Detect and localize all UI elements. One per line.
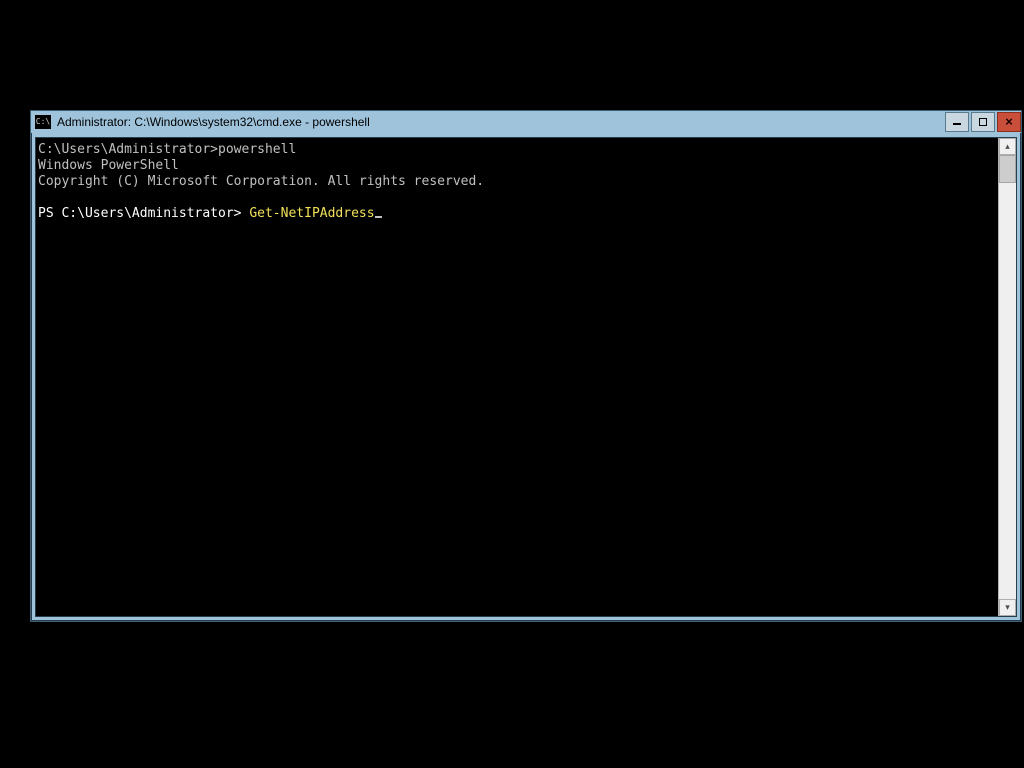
client-area: C:\Users\Administrator>powershell Window… <box>35 137 1017 617</box>
cmd-prompt: C:\Users\Administrator> <box>38 142 218 157</box>
close-button[interactable]: × <box>997 112 1021 132</box>
scroll-track[interactable] <box>999 155 1016 599</box>
console-output[interactable]: C:\Users\Administrator>powershell Window… <box>36 138 998 616</box>
cmd-window: C:\ Administrator: C:\Windows\system32\c… <box>30 110 1022 622</box>
window-controls: × <box>943 112 1021 132</box>
ps-command: Get-NetIPAddress <box>249 206 374 221</box>
minimize-button[interactable] <box>945 112 969 132</box>
ps-banner-1: Windows PowerShell <box>38 158 179 173</box>
close-icon: × <box>1005 115 1013 128</box>
window-title: Administrator: C:\Windows\system32\cmd.e… <box>57 115 370 129</box>
ps-banner-2: Copyright (C) Microsoft Corporation. All… <box>38 174 484 189</box>
scroll-thumb[interactable] <box>999 155 1016 183</box>
cmd-icon: C:\ <box>35 115 51 129</box>
chevron-up-icon: ▴ <box>1005 141 1010 152</box>
cmd-command: powershell <box>218 142 296 157</box>
scroll-down-button[interactable]: ▾ <box>999 599 1016 616</box>
maximize-button[interactable] <box>971 112 995 132</box>
chevron-down-icon: ▾ <box>1005 602 1010 613</box>
ps-prompt: PS C:\Users\Administrator> <box>38 206 249 221</box>
scroll-up-button[interactable]: ▴ <box>999 138 1016 155</box>
text-cursor <box>375 216 382 218</box>
titlebar[interactable]: C:\ Administrator: C:\Windows\system32\c… <box>31 111 1021 133</box>
vertical-scrollbar[interactable]: ▴ ▾ <box>998 138 1016 616</box>
